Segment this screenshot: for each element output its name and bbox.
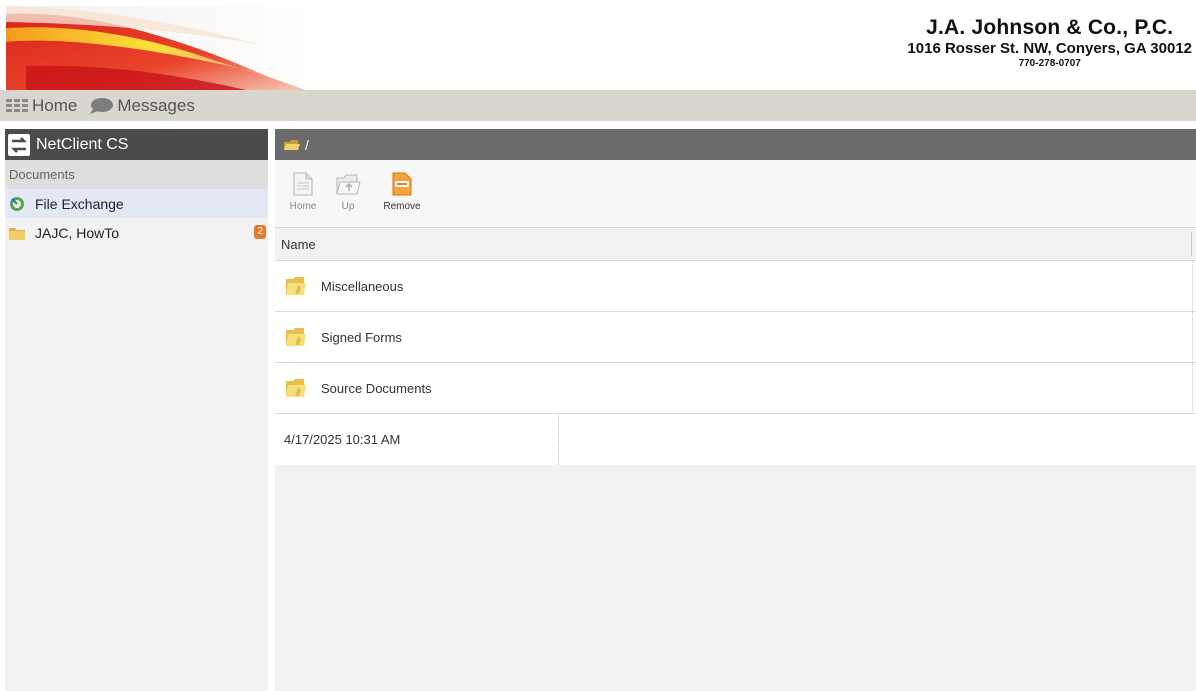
column-header-name[interactable]: Name [275, 227, 1196, 261]
file-exchange-icon [9, 196, 25, 212]
content-area: NetClient CS Documents File Exchange JAJ… [0, 121, 1196, 691]
list-footer: 4/17/2025 10:31 AM [275, 414, 1196, 465]
sidebar-section-documents: Documents [5, 160, 268, 189]
folder-up-icon [335, 170, 361, 198]
toolbar-home-button[interactable]: Home [285, 170, 321, 212]
firm-phone: 770-278-0707 [1018, 58, 1081, 69]
nav-messages-label: Messages [117, 95, 195, 115]
nav-messages[interactable]: Messages [89, 95, 195, 116]
folder-name: Source Documents [321, 380, 432, 396]
firm-name: J.A. Johnson & Co., P.C. [926, 16, 1174, 39]
folder-name: Miscellaneous [321, 278, 404, 294]
toolbar-up-button[interactable]: Up [321, 170, 375, 212]
top-nav: Home Messages [0, 90, 1196, 121]
folder-icon [285, 327, 307, 347]
document-icon [293, 170, 313, 198]
sidebar-item-label: File Exchange [35, 195, 124, 212]
path-bar: / [275, 129, 1196, 160]
folder-icon [285, 276, 307, 296]
nav-home-label: Home [32, 95, 78, 115]
grid-icon [6, 98, 28, 113]
main-panel: / Home Up Remove Name Miscellaneous Sign… [275, 129, 1196, 691]
sidebar-item-file-exchange[interactable]: File Exchange [5, 189, 268, 218]
folder-row-source-documents[interactable]: Source Documents [275, 363, 1196, 414]
toolbar: Home Up Remove [275, 160, 1196, 227]
last-updated-timestamp: 4/17/2025 10:31 AM [275, 414, 559, 465]
sidebar-title: NetClient CS [36, 135, 129, 153]
firm-info: J.A. Johnson & Co., P.C. 1016 Rosser St.… [907, 16, 1192, 70]
open-folder-icon [284, 139, 300, 151]
folder-name: Signed Forms [321, 329, 402, 345]
sidebar-item-jajc-howto[interactable]: JAJC, HowTo 2 [5, 218, 268, 247]
column-header-label: Name [281, 236, 316, 252]
sidebar-item-label: JAJC, HowTo [35, 224, 120, 241]
folder-row-signed-forms[interactable]: Signed Forms [275, 312, 1196, 363]
sidebar-header: NetClient CS [5, 129, 268, 160]
toolbar-remove-button[interactable]: Remove [375, 170, 429, 212]
chat-bubble-icon [89, 97, 114, 115]
count-badge: 2 [254, 225, 266, 239]
toolbar-home-label: Home [289, 201, 317, 212]
folder-row-miscellaneous[interactable]: Miscellaneous [275, 261, 1196, 312]
nav-home[interactable]: Home [6, 96, 77, 116]
firm-address: 1016 Rosser St. NW, Conyers, GA 30012 [907, 40, 1192, 57]
header: J.A. Johnson & Co., P.C. 1016 Rosser St.… [0, 0, 1196, 90]
folder-icon [285, 378, 307, 398]
folder-icon [9, 226, 25, 240]
toolbar-remove-label: Remove [383, 201, 421, 212]
current-path: / [305, 136, 309, 153]
netclient-logo-icon [8, 133, 30, 156]
remove-icon [391, 170, 413, 198]
toolbar-up-label: Up [341, 201, 355, 212]
logo-banner [6, 6, 316, 90]
sidebar: NetClient CS Documents File Exchange JAJ… [5, 129, 268, 691]
